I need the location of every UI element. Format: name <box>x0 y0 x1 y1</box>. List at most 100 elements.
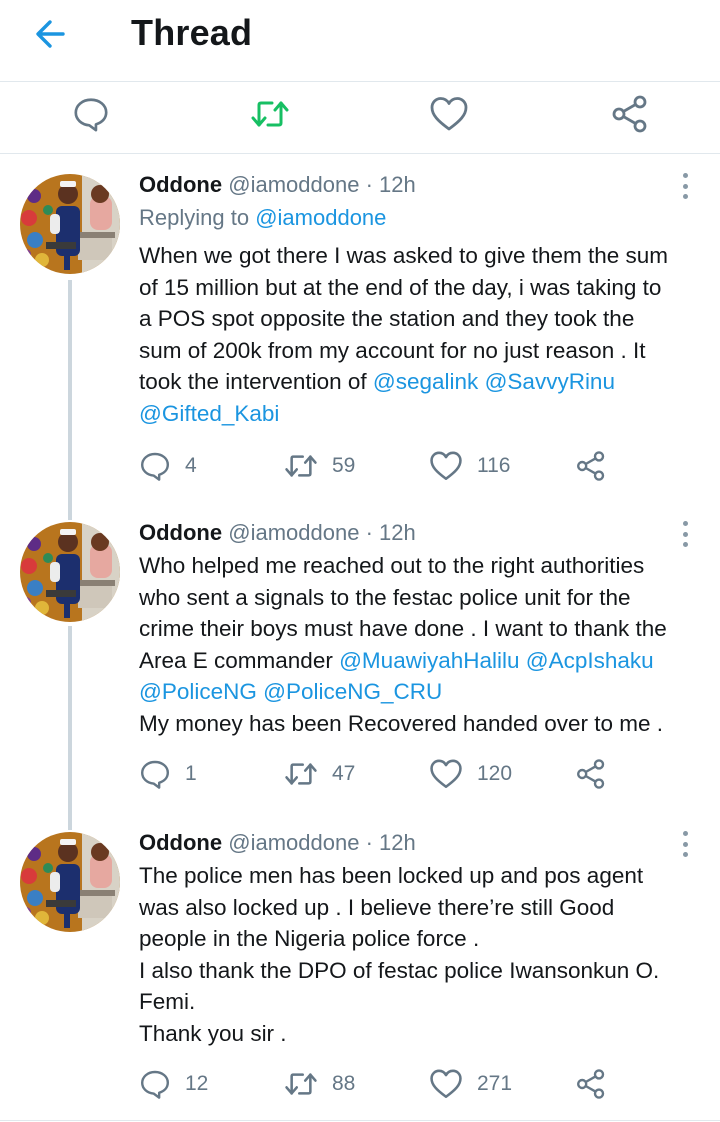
heart-icon <box>430 451 462 481</box>
separator-dot: · <box>365 172 373 197</box>
tweet-text-line: a POS spot opposite the station and they… <box>139 303 709 335</box>
avatar[interactable] <box>20 174 120 274</box>
heart-icon <box>430 1069 462 1099</box>
mention-link[interactable]: @segalink <box>373 369 478 394</box>
more-dot-icon <box>682 841 688 847</box>
tweet-text-line: of 15 million but at the end of the day,… <box>139 272 709 304</box>
timestamp[interactable]: 12h <box>379 172 416 197</box>
top-bar: Thread <box>0 0 720 82</box>
avatar[interactable] <box>20 522 120 622</box>
avatar-image <box>20 174 120 274</box>
display-name[interactable]: Oddone <box>139 172 222 197</box>
avatar-image <box>20 522 120 622</box>
tweet-actions: 12 88 271 <box>139 1066 619 1102</box>
share-icon <box>577 1069 605 1099</box>
tweet-text-line: Thank you sir . <box>139 1018 709 1050</box>
text-segment: Area E commander <box>139 647 340 673</box>
retweet-icon <box>285 763 317 785</box>
timestamp[interactable]: 12h <box>379 520 416 545</box>
tweet-text-line: I also thank the DPO of festac police Iw… <box>139 955 709 987</box>
reply-button[interactable]: 4 <box>139 448 197 484</box>
more-dot-icon <box>682 831 688 836</box>
text-segment: was also locked up . I believe there’re … <box>139 894 615 920</box>
like-count: 116 <box>477 454 511 477</box>
replying-label: Replying to <box>139 205 250 230</box>
more-options-button[interactable] <box>674 171 696 201</box>
tweet[interactable]: Oddone @iamoddone · 12h Replying to @iam… <box>0 154 720 508</box>
tweet-text-line: @Gifted_Kabi <box>139 398 709 430</box>
thread-connector <box>68 280 72 508</box>
share-button[interactable] <box>575 448 607 484</box>
tweet-text-line: When we got there I was asked to give th… <box>139 240 709 272</box>
more-dot-icon <box>682 542 688 547</box>
heart-icon <box>430 759 462 789</box>
tweet[interactable]: Oddone @iamoddone · 12h The police men h… <box>0 818 720 1120</box>
like-button[interactable]: 116 <box>429 448 510 484</box>
like-button[interactable]: 271 <box>429 1066 512 1102</box>
like-count: 271 <box>477 1072 513 1095</box>
retweet-button[interactable] <box>244 88 296 140</box>
back-button[interactable] <box>28 12 72 56</box>
reply-button[interactable] <box>65 88 117 140</box>
like-button[interactable]: 120 <box>429 756 512 792</box>
tweet[interactable]: Oddone @iamoddone · 12h Who helped me re… <box>0 508 720 818</box>
tweet-text-line: took the intervention of @segalink @Savv… <box>139 366 709 398</box>
timestamp[interactable]: 12h <box>379 830 416 855</box>
like-count: 120 <box>477 762 513 785</box>
text-segment: Thank you sir . <box>139 1020 287 1046</box>
like-button[interactable] <box>423 88 475 140</box>
share-button[interactable] <box>575 1066 607 1102</box>
more-options-button[interactable] <box>674 829 696 859</box>
comment-icon <box>74 98 108 132</box>
mention-link[interactable]: @Gifted_Kabi <box>139 401 279 426</box>
more-options-button[interactable] <box>674 519 696 549</box>
tweet-text-line: sum of 200k from my account for no just … <box>139 335 709 367</box>
retweet-button[interactable]: 47 <box>284 756 355 792</box>
mention-link[interactable]: @SavvyRinu <box>485 369 615 394</box>
text-segment: took the intervention of <box>139 369 373 394</box>
reply-count: 12 <box>185 1072 209 1095</box>
page-title: Thread <box>131 12 253 53</box>
text-segment: of 15 million but at the end of the day,… <box>139 274 662 300</box>
separator-dot: · <box>365 830 373 855</box>
user-handle[interactable]: @iamoddone <box>228 520 359 545</box>
arrow-left-icon <box>36 20 65 48</box>
retweet-button[interactable]: 59 <box>284 448 355 484</box>
mention-link[interactable]: @PoliceNG <box>139 679 257 704</box>
heart-icon <box>430 97 468 131</box>
tweet-text-line: crime their boys must have done . I want… <box>139 613 709 645</box>
tweet-text-line: Area E commander @MuawiyahHalilu @AcpIsh… <box>139 645 709 677</box>
more-dot-icon <box>682 531 688 537</box>
reply-button[interactable]: 1 <box>139 756 197 792</box>
text-segment: Who helped me reached out to the right a… <box>139 553 645 578</box>
avatar-image <box>20 832 120 932</box>
reply-button[interactable]: 12 <box>139 1066 208 1102</box>
comment-icon <box>141 452 169 481</box>
mention-link[interactable]: @AcpIshaku <box>526 648 654 673</box>
user-handle[interactable]: @iamoddone <box>228 172 359 197</box>
replying-to-handle-link[interactable]: @iamoddone <box>255 205 386 230</box>
display-name[interactable]: Oddone <box>139 830 222 855</box>
tweet-text: The police men has been locked up and po… <box>139 860 709 1049</box>
more-dot-icon <box>682 173 688 178</box>
text-segment: When we got there I was asked to give th… <box>139 243 669 268</box>
tweet-actions: 1 47 120 <box>139 756 619 792</box>
more-dot-icon <box>682 852 688 857</box>
tweet-text-line: Who helped me reached out to the right a… <box>139 550 709 582</box>
tweet-text: When we got there I was asked to give th… <box>139 240 709 429</box>
retweet-icon <box>251 101 289 127</box>
more-dot-icon <box>682 183 688 189</box>
share-button[interactable] <box>604 88 656 140</box>
mention-link[interactable]: @MuawiyahHalilu <box>339 648 519 673</box>
reply-count: 4 <box>185 454 197 477</box>
display-name[interactable]: Oddone <box>139 520 222 545</box>
share-button[interactable] <box>575 756 607 792</box>
tweet-text-line: My money has been Recovered handed over … <box>139 708 709 740</box>
avatar[interactable] <box>20 832 120 932</box>
tweet-actions: 4 59 116 <box>139 448 619 484</box>
text-segment: crime their boys must have done . I want… <box>139 616 667 641</box>
tweet-text-line: Femi. <box>139 986 709 1018</box>
user-handle[interactable]: @iamoddone <box>228 830 359 855</box>
mention-link[interactable]: @PoliceNG_CRU <box>263 679 442 704</box>
retweet-button[interactable]: 88 <box>284 1066 355 1102</box>
